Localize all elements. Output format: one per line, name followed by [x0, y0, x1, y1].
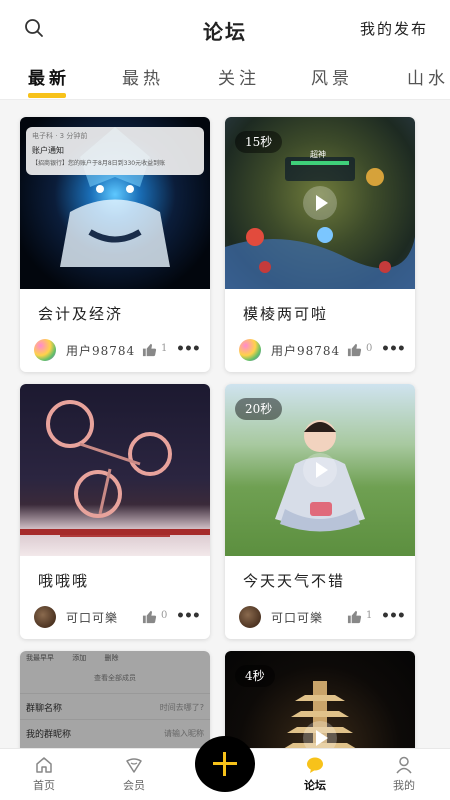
nav-vip[interactable]: 会员: [104, 755, 164, 793]
post-meta: 用户98784 1 •••: [34, 339, 204, 361]
game-hud-name: 超神: [310, 150, 326, 159]
settings-row: 我的群昵称 请输入昵称: [20, 719, 210, 745]
like-count: 1: [161, 343, 168, 354]
nav-label: 首页: [33, 779, 55, 792]
home-icon: [36, 757, 52, 773]
create-post-button[interactable]: [195, 736, 255, 792]
group-header: 我最早早 添加 删除: [26, 653, 206, 663]
notification-body: 【招商银行】您的账户于8月8日到330元收益到账: [32, 160, 166, 167]
tab-scenery[interactable]: 风景: [311, 64, 353, 89]
settings-row-label: 我的群昵称: [26, 730, 72, 740]
more-icon[interactable]: •••: [381, 608, 406, 624]
post-thumbnail[interactable]: 电子科 · 3 分钟前 账户通知 【招商银行】您的账户于8月8日到330元收益到…: [20, 117, 210, 289]
view-all-members: 查看全部成员: [94, 674, 136, 682]
group-header-item: 我最早早: [26, 654, 54, 662]
like-count: 1: [366, 610, 373, 621]
more-icon[interactable]: •••: [176, 341, 201, 357]
avatar[interactable]: [34, 339, 56, 361]
settings-row: 群聊名称 时间去哪了?: [20, 693, 210, 719]
nav-label: 我的: [393, 779, 415, 792]
video-duration-badge: 20秒: [235, 398, 283, 420]
video-duration-badge: 4秒: [235, 665, 275, 687]
group-header-item: 删除: [104, 654, 119, 662]
vip-icon: [126, 758, 142, 773]
my-posts-button[interactable]: 我的发布: [360, 18, 428, 39]
author-name[interactable]: 用户98784: [271, 342, 340, 359]
post-thumbnail[interactable]: [20, 384, 210, 556]
avatar[interactable]: [239, 606, 261, 628]
post-title[interactable]: 会计及经济: [38, 303, 123, 324]
avatar[interactable]: [34, 606, 56, 628]
tab-landscape[interactable]: 山水: [407, 64, 449, 89]
forum-icon: [307, 757, 323, 773]
like-count: 0: [366, 343, 373, 354]
post-meta: 可口可樂 1 •••: [239, 606, 409, 628]
author-name[interactable]: 可口可樂: [271, 609, 323, 626]
post-meta: 用户98784 0 •••: [239, 339, 409, 361]
nav-label: 论坛: [304, 779, 326, 792]
post-card[interactable]: 超神 15秒 模棱两可啦 用户98784 0 •••: [225, 117, 415, 372]
post-meta: 可口可樂 0 •••: [34, 606, 204, 628]
video-duration-badge: 15秒: [235, 131, 283, 153]
thumbs-up-icon[interactable]: [347, 342, 362, 357]
more-icon[interactable]: •••: [176, 608, 201, 624]
settings-row-value: 时间去哪了?: [159, 703, 204, 712]
post-card[interactable]: 哦哦哦 可口可樂 0 •••: [20, 384, 210, 639]
video-thumbnail[interactable]: 超神 15秒: [225, 117, 415, 289]
play-icon[interactable]: [303, 186, 337, 220]
nav-forum[interactable]: 论坛: [285, 755, 345, 793]
app-header: 论坛 我的发布: [0, 0, 450, 56]
profile-icon: [396, 756, 412, 774]
video-thumbnail[interactable]: 20秒: [225, 384, 415, 556]
nav-label: 会员: [123, 779, 145, 792]
nav-home[interactable]: 首页: [14, 755, 74, 793]
tab-following[interactable]: 关注: [218, 64, 260, 89]
thumbs-up-icon[interactable]: [142, 609, 157, 624]
notification-app: 电子科 · 3 分钟前: [32, 132, 88, 140]
avatar[interactable]: [239, 339, 261, 361]
author-name[interactable]: 用户98784: [66, 342, 135, 359]
settings-row-value: 请输入昵称: [164, 729, 204, 738]
post-title[interactable]: 模棱两可啦: [243, 303, 328, 324]
author-name[interactable]: 可口可樂: [66, 609, 118, 626]
group-header-item: 添加: [72, 654, 87, 662]
tab-latest[interactable]: 最新: [28, 64, 70, 89]
active-tab-indicator: [28, 93, 66, 98]
notification-popup: 电子科 · 3 分钟前 账户通知 【招商银行】您的账户于8月8日到330元收益到…: [26, 127, 204, 175]
settings-row-label: 群聊名称: [26, 704, 63, 714]
play-icon[interactable]: [303, 453, 337, 487]
thumbs-up-icon[interactable]: [142, 342, 157, 357]
post-title[interactable]: 今天天气不错: [243, 570, 345, 591]
more-icon[interactable]: •••: [381, 341, 406, 357]
post-title[interactable]: 哦哦哦: [38, 570, 89, 591]
notification-title: 账户通知: [32, 146, 64, 155]
post-card[interactable]: 电子科 · 3 分钟前 账户通知 【招商银行】您的账户于8月8日到330元收益到…: [20, 117, 210, 372]
nav-profile[interactable]: 我的: [374, 755, 434, 793]
like-count: 0: [161, 610, 168, 621]
circus-wheel-art: [20, 400, 210, 537]
category-tabs: 最新 最热 关注 风景 山水: [0, 56, 450, 100]
post-card[interactable]: 20秒 今天天气不错 可口可樂 1 •••: [225, 384, 415, 639]
thumbs-up-icon[interactable]: [347, 609, 362, 624]
tab-hot[interactable]: 最热: [122, 64, 164, 89]
